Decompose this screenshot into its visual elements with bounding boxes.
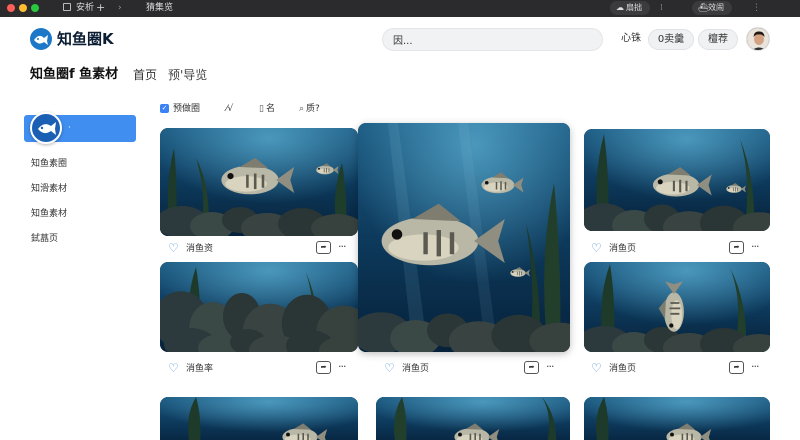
browser-tab-title[interactable]: 安析 bbox=[76, 2, 94, 14]
card-5-meta: ♡ 消鱼页 ➦ ··· bbox=[591, 360, 769, 377]
more-options-icon[interactable]: ··· bbox=[338, 240, 346, 254]
user-avatar[interactable] bbox=[746, 27, 770, 51]
card-2-meta: ♡ 消鱼页 ➦ ··· bbox=[384, 360, 564, 377]
chevron-right-icon: › bbox=[118, 3, 122, 13]
pin-icon: ⁞ bbox=[660, 3, 663, 13]
cloud-icon: ☁ bbox=[616, 3, 624, 12]
fish-image-6 bbox=[160, 397, 358, 440]
toolbar-sort[interactable]: ⁄√ bbox=[226, 103, 233, 115]
logo-fish-icon[interactable] bbox=[30, 28, 52, 50]
toolbar-search-label: 质? bbox=[306, 104, 320, 114]
sidebar-active-label: · bbox=[68, 123, 71, 133]
search-input[interactable] bbox=[382, 28, 603, 51]
fish-image-7 bbox=[376, 397, 570, 440]
card-4-meta: ♡ 消鱼页 ➦ ··· bbox=[591, 240, 769, 257]
browser-tab-2-title[interactable]: 猜集览 bbox=[146, 2, 173, 14]
filter-checkbox[interactable]: ✓ bbox=[160, 104, 169, 113]
more-options-icon[interactable]: ··· bbox=[338, 360, 346, 374]
toolbar-name[interactable]: ▯ 名 bbox=[259, 103, 275, 115]
titlebar-pill-1[interactable]: ☁ 扇拙 bbox=[610, 1, 650, 15]
document-icon: ▯ bbox=[259, 104, 264, 114]
share-icon[interactable]: ➦ bbox=[729, 361, 744, 374]
image-card-5[interactable] bbox=[584, 262, 770, 352]
close-window-button[interactable] bbox=[7, 4, 15, 12]
ship-icon: ⛴ bbox=[698, 3, 709, 12]
more-options-icon[interactable]: ··· bbox=[546, 360, 554, 374]
minimize-window-button[interactable] bbox=[19, 4, 27, 12]
window-titlebar: 安析 + › 猜集览 ☁ 扇拙 ⁞ ⛴ 效闹 ⋮ bbox=[0, 0, 800, 17]
fish-image-1 bbox=[160, 128, 358, 236]
site-logo-text[interactable]: 知鱼圈K bbox=[57, 30, 114, 48]
image-card-2[interactable] bbox=[358, 123, 570, 352]
header-button-1[interactable]: 0卖羹 bbox=[648, 29, 694, 50]
sidebar-item-2[interactable]: 知滑素材 bbox=[31, 183, 67, 195]
share-icon[interactable]: ➦ bbox=[524, 361, 539, 374]
titlebar-pill-2-label: 效闹 bbox=[708, 3, 724, 12]
card-3-name: 消鱼率 bbox=[186, 364, 214, 374]
titlebar-pill-1-label: 扇拙 bbox=[626, 3, 642, 12]
tab-page-icon bbox=[63, 3, 71, 11]
sidebar-item-1[interactable]: 知鱼素圈 bbox=[31, 158, 67, 170]
sidebar-item-3[interactable]: 知鱼素材 bbox=[31, 208, 67, 220]
fish-image-3 bbox=[160, 262, 358, 352]
header-link-favorites[interactable]: 心铢 bbox=[621, 32, 641, 46]
magnifier-icon: ⌕ bbox=[299, 104, 305, 114]
share-icon[interactable]: ➦ bbox=[729, 241, 744, 254]
sidebar-item-active[interactable]: · bbox=[24, 112, 136, 144]
titlebar-pill-2[interactable]: ⛴ 效闹 bbox=[692, 1, 732, 15]
card-5-name: 消鱼页 bbox=[609, 364, 637, 374]
breadcrumb-site[interactable]: 知鱼圈f 鱼素材 bbox=[30, 66, 118, 84]
image-card-6[interactable] bbox=[160, 397, 358, 440]
maximize-window-button[interactable] bbox=[31, 4, 39, 12]
toolbar-filter[interactable]: 预做圈 bbox=[173, 103, 200, 115]
card-1-meta: ♡ 消鱼资 ➦ ··· bbox=[168, 240, 354, 257]
card-2-name: 消鱼页 bbox=[402, 364, 430, 374]
image-card-3[interactable] bbox=[160, 262, 358, 352]
toolbar-name-label: 名 bbox=[265, 104, 275, 114]
more-vertical-icon[interactable]: ⋮ bbox=[752, 1, 761, 15]
like-heart-icon[interactable]: ♡ bbox=[168, 361, 179, 375]
like-heart-icon[interactable]: ♡ bbox=[168, 241, 179, 255]
like-heart-icon[interactable]: ♡ bbox=[591, 361, 602, 375]
share-icon[interactable]: ➦ bbox=[316, 361, 331, 374]
image-card-7[interactable] bbox=[376, 397, 570, 440]
breadcrumb-home[interactable]: 首页 bbox=[133, 66, 157, 84]
like-heart-icon[interactable]: ♡ bbox=[384, 361, 395, 375]
new-tab-button[interactable]: + bbox=[96, 1, 105, 14]
breadcrumb-current: 预'导览 bbox=[168, 68, 208, 82]
like-heart-icon[interactable]: ♡ bbox=[591, 241, 602, 255]
fish-image-2 bbox=[358, 123, 570, 352]
image-card-1[interactable] bbox=[160, 128, 358, 236]
fish-logo-icon bbox=[30, 112, 62, 144]
toolbar-search[interactable]: ⌕ 质? bbox=[299, 103, 320, 115]
more-options-icon[interactable]: ··· bbox=[751, 240, 759, 254]
image-card-4[interactable] bbox=[584, 129, 770, 231]
image-card-8[interactable] bbox=[584, 397, 770, 440]
card-3-meta: ♡ 消鱼率 ➦ ··· bbox=[168, 360, 354, 377]
more-options-icon[interactable]: ··· bbox=[751, 360, 759, 374]
share-icon[interactable]: ➦ bbox=[316, 241, 331, 254]
sidebar-item-4[interactable]: 鉽蕌页 bbox=[31, 233, 58, 245]
card-4-name: 消鱼页 bbox=[609, 244, 637, 254]
header-button-2[interactable]: 檀荐 bbox=[698, 29, 738, 50]
card-1-name: 消鱼资 bbox=[186, 244, 214, 254]
fish-image-8 bbox=[584, 397, 770, 440]
fish-image-5 bbox=[584, 262, 770, 352]
fish-image-4 bbox=[584, 129, 770, 231]
